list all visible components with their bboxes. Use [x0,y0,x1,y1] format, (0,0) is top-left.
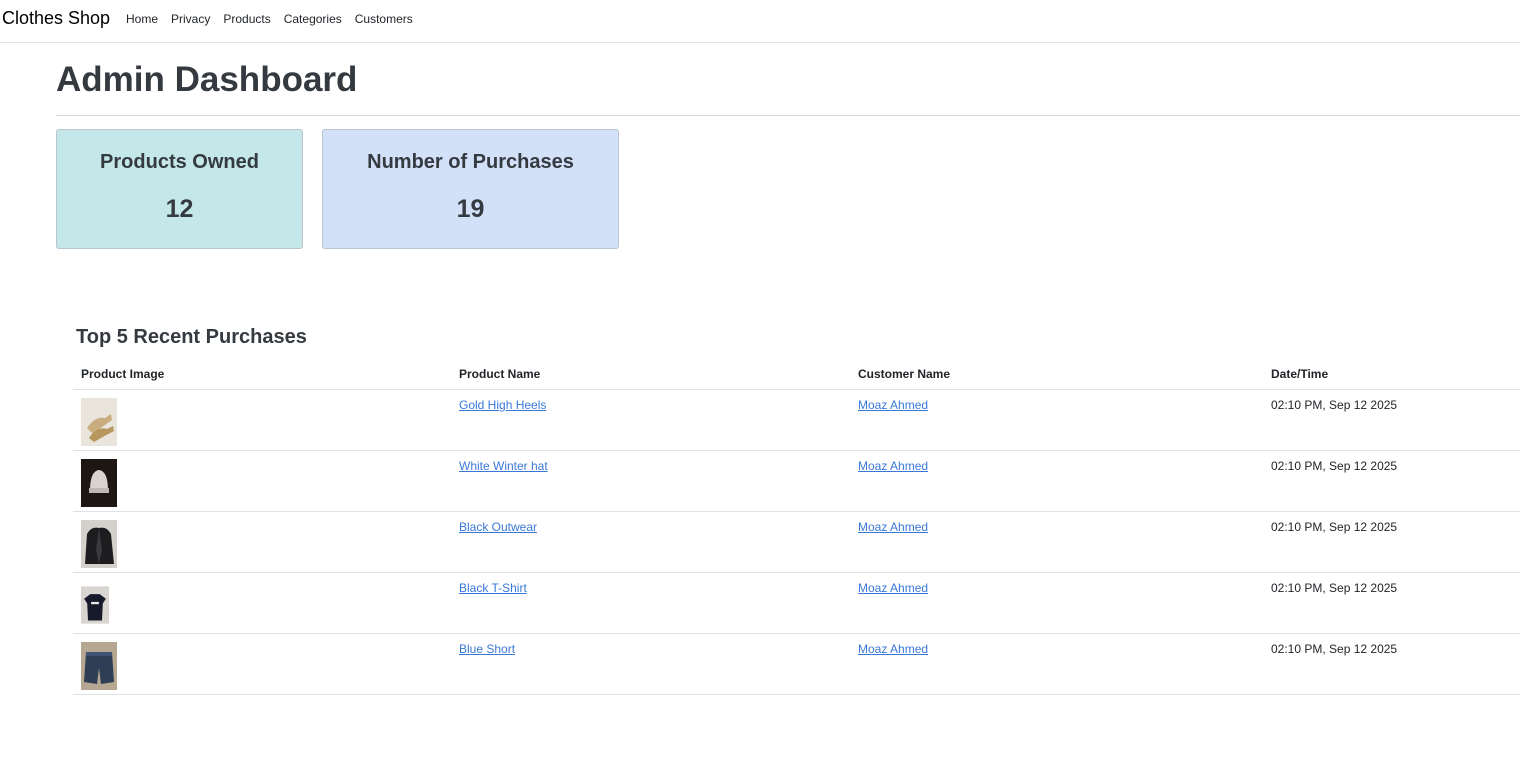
table-row: Gold High Heels Moaz Ahmed 02:10 PM, Sep… [73,389,1520,451]
nav-categories[interactable]: Categories [284,12,342,26]
column-header-image: Product Image [73,359,451,390]
product-link[interactable]: Black Outwear [459,520,537,534]
purchases-count-value: 19 [456,195,485,223]
products-owned-card: Products Owned 12 [56,129,303,249]
column-header-customer: Customer Name [850,359,1263,390]
product-image-cell [73,511,451,573]
table-row: White Winter hat Moaz Ahmed 02:10 PM, Se… [73,450,1520,512]
table-header-row: Product Image Product Name Customer Name… [73,359,1520,390]
customer-link[interactable]: Moaz Ahmed [858,398,928,412]
product-link[interactable]: Gold High Heels [459,398,546,412]
purchases-count-label: Number of Purchases [367,151,574,173]
product-thumbnail [81,586,109,624]
product-image-cell [73,572,451,634]
title-divider [56,115,1520,116]
product-link[interactable]: White Winter hat [459,459,548,473]
product-image-cell [73,450,451,512]
customer-link[interactable]: Moaz Ahmed [858,520,928,534]
purchase-datetime: 02:10 PM, Sep 12 2025 [1263,450,1520,512]
product-link[interactable]: Black T-Shirt [459,581,527,595]
product-thumbnail [81,520,117,568]
product-thumbnail [81,398,117,446]
recent-purchases-title: Top 5 Recent Purchases [76,326,307,348]
products-owned-value: 12 [165,195,194,223]
product-image-cell [73,633,451,695]
nav-privacy[interactable]: Privacy [171,12,210,26]
recent-purchases-table: Product Image Product Name Customer Name… [73,359,1520,695]
product-image-cell [73,389,451,451]
table-row: Black Outwear Moaz Ahmed 02:10 PM, Sep 1… [73,511,1520,573]
purchase-datetime: 02:10 PM, Sep 12 2025 [1263,389,1520,451]
product-link[interactable]: Blue Short [459,642,515,656]
navbar: Clothes Shop Home Privacy Products Categ… [0,0,1520,43]
customer-link[interactable]: Moaz Ahmed [858,581,928,595]
product-thumbnail [81,642,117,690]
products-owned-label: Products Owned [100,151,259,173]
customer-link[interactable]: Moaz Ahmed [858,459,928,473]
table-row: Black T-Shirt Moaz Ahmed 02:10 PM, Sep 1… [73,572,1520,634]
nav-customers[interactable]: Customers [355,12,413,26]
column-header-product: Product Name [451,359,850,390]
nav-links: Home Privacy Products Categories Custome… [126,12,413,26]
purchase-datetime: 02:10 PM, Sep 12 2025 [1263,572,1520,634]
nav-products[interactable]: Products [223,12,270,26]
table-row: Blue Short Moaz Ahmed 02:10 PM, Sep 12 2… [73,633,1520,695]
purchase-datetime: 02:10 PM, Sep 12 2025 [1263,633,1520,695]
purchase-datetime: 02:10 PM, Sep 12 2025 [1263,511,1520,573]
nav-home[interactable]: Home [126,12,158,26]
column-header-datetime: Date/Time [1263,359,1520,390]
page-title: Admin Dashboard [56,60,358,99]
purchases-count-card: Number of Purchases 19 [322,129,619,249]
brand-link[interactable]: Clothes Shop [2,8,110,29]
customer-link[interactable]: Moaz Ahmed [858,642,928,656]
product-thumbnail [81,459,117,507]
